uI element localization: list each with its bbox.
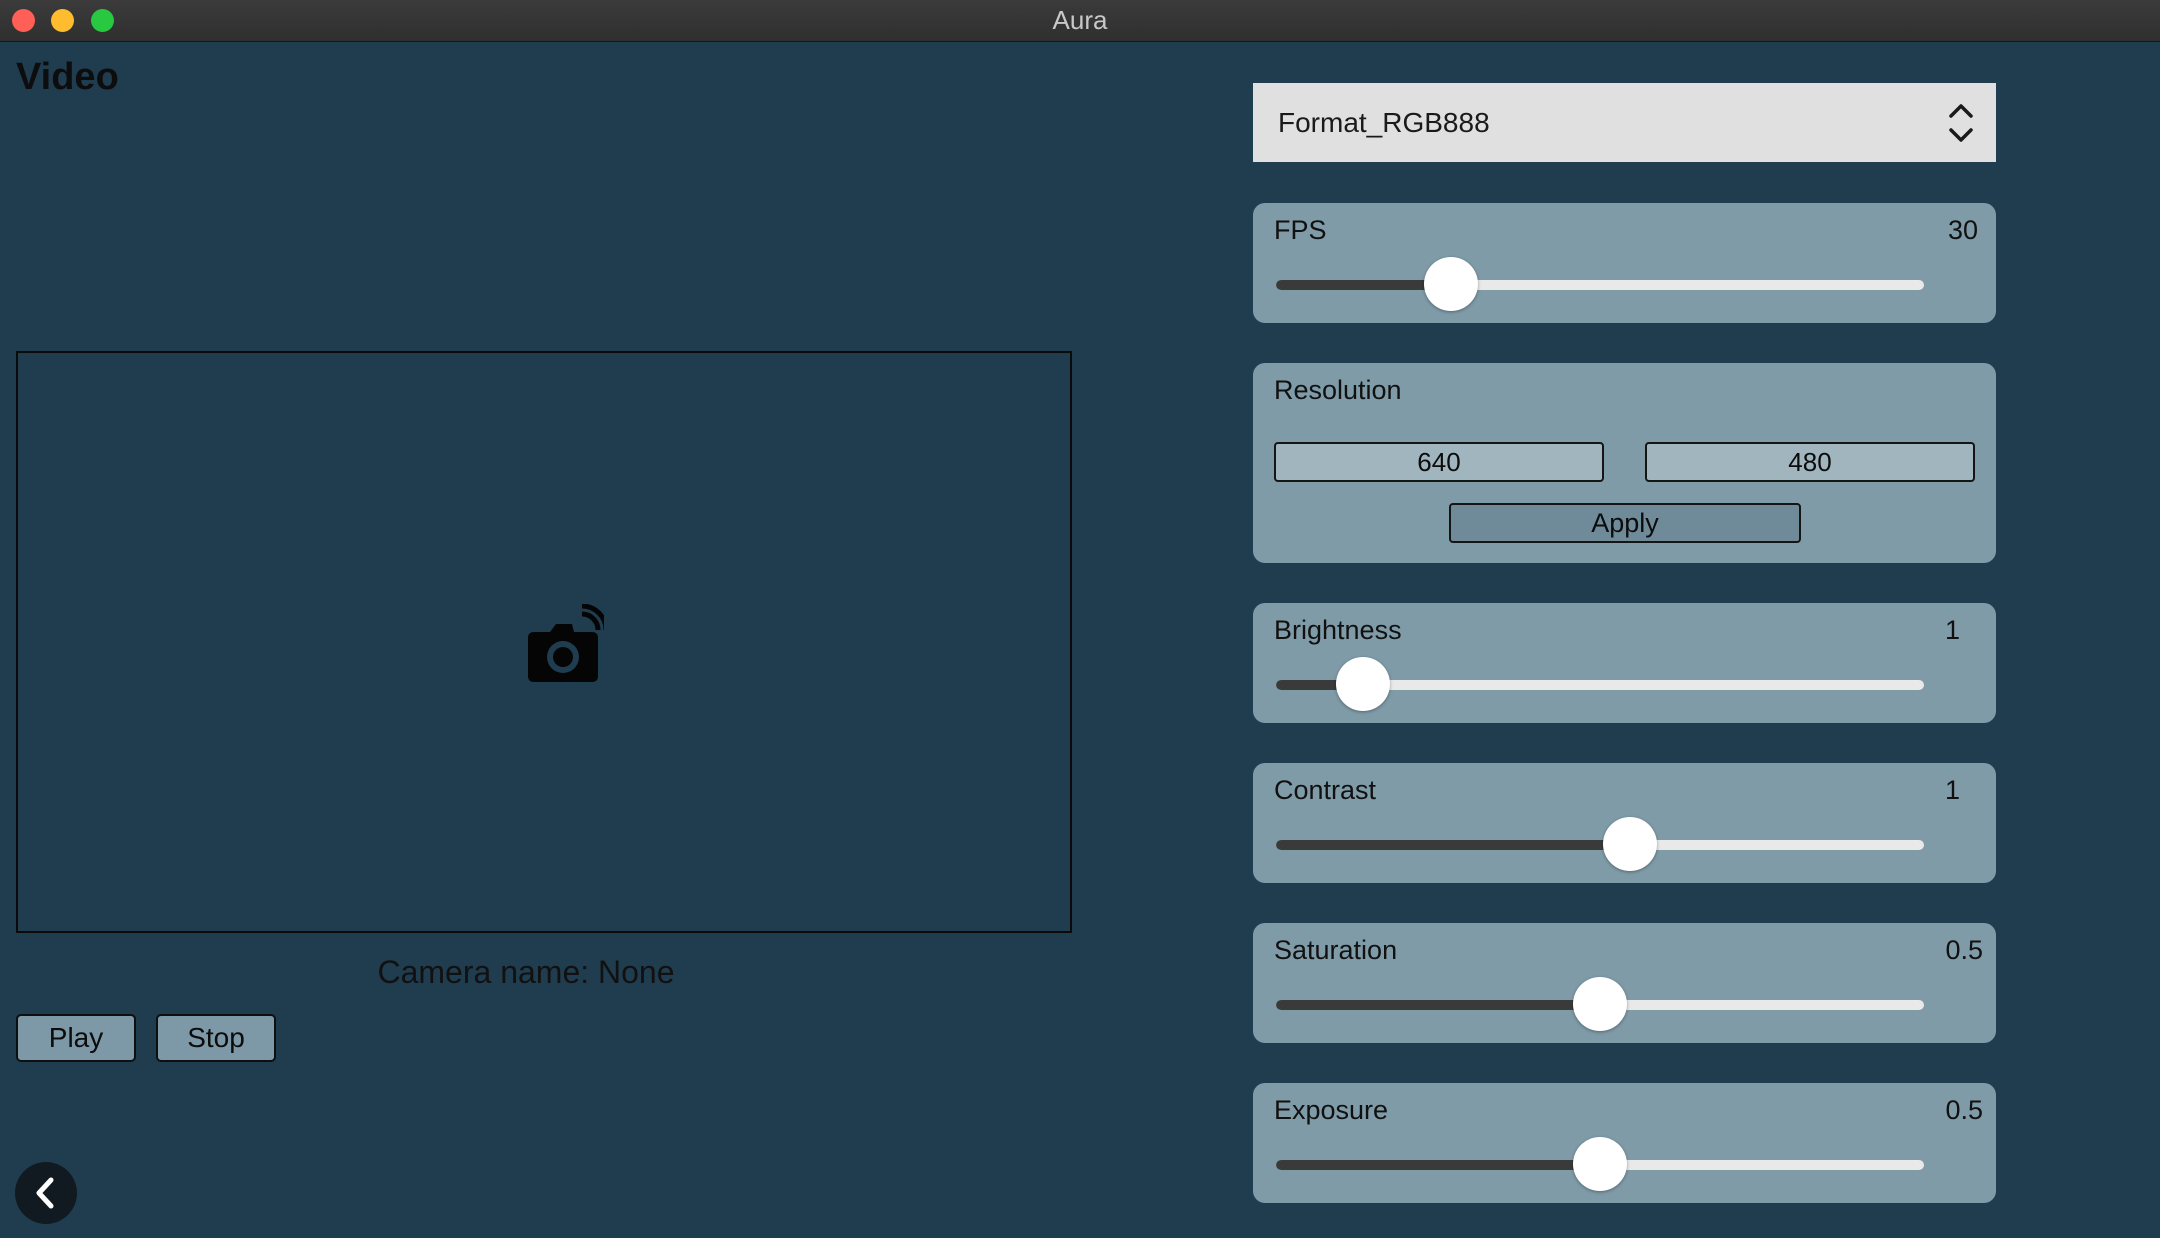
apply-resolution-button[interactable]: Apply — [1449, 503, 1801, 543]
brightness-slider-handle[interactable] — [1336, 657, 1391, 711]
play-button[interactable]: Play — [16, 1014, 136, 1062]
format-select[interactable]: Format_RGB888 — [1253, 83, 1996, 162]
brightness-panel: Brightness 1 — [1253, 603, 1996, 723]
contrast-label: Contrast — [1274, 775, 1377, 805]
contrast-slider[interactable] — [1276, 817, 1924, 871]
brightness-slider[interactable] — [1276, 657, 1924, 711]
fps-slider[interactable] — [1276, 257, 1924, 311]
saturation-slider-handle[interactable] — [1573, 977, 1627, 1031]
title-bar: Aura — [0, 0, 2160, 42]
back-button[interactable] — [15, 1162, 77, 1224]
up-down-chevron-icon — [1948, 102, 1974, 149]
exposure-slider[interactable] — [1276, 1137, 1924, 1191]
camera-wifi-icon — [522, 603, 609, 686]
window-title: Aura — [1052, 5, 1108, 35]
resolution-panel: Resolution 640 480 Apply — [1253, 363, 1996, 563]
camera-name-label: Camera name: None — [377, 954, 675, 990]
brightness-value: 1 — [1944, 615, 1960, 645]
fps-panel: FPS 30 — [1253, 203, 1996, 323]
contrast-value: 1 — [1944, 775, 1960, 805]
exposure-label: Exposure — [1274, 1095, 1389, 1125]
brightness-label: Brightness — [1274, 615, 1402, 645]
fps-label: FPS — [1274, 215, 1327, 245]
resolution-width-input[interactable]: 640 — [1274, 442, 1604, 482]
stop-button[interactable]: Stop — [156, 1014, 276, 1062]
contrast-slider-fill — [1276, 840, 1630, 850]
main-content: Video Camera name: None Play Stop Format… — [0, 42, 2160, 1238]
exposure-slider-fill — [1276, 1160, 1600, 1170]
fps-value: 30 — [1947, 215, 1978, 245]
page-title: Video — [16, 56, 119, 98]
fps-slider-handle[interactable] — [1423, 257, 1478, 311]
format-select-value: Format_RGB888 — [1278, 107, 1490, 138]
chevron-left-icon — [36, 1177, 54, 1209]
app-window: Aura Video Camera name: None Play Stop F… — [0, 0, 2160, 1238]
saturation-slider[interactable] — [1276, 977, 1924, 1031]
video-preview — [16, 351, 1072, 933]
saturation-label: Saturation — [1274, 935, 1398, 965]
resolution-label: Resolution — [1274, 375, 1402, 405]
contrast-panel: Contrast 1 — [1253, 763, 1996, 883]
saturation-value: 0.5 — [1945, 935, 1983, 965]
contrast-slider-handle[interactable] — [1602, 817, 1657, 871]
saturation-slider-fill — [1276, 1000, 1600, 1010]
resolution-height-input[interactable]: 480 — [1645, 442, 1975, 482]
exposure-slider-handle[interactable] — [1573, 1137, 1627, 1191]
exposure-value: 0.5 — [1945, 1095, 1983, 1125]
exposure-panel: Exposure 0.5 — [1253, 1083, 1996, 1203]
saturation-panel: Saturation 0.5 — [1253, 923, 1996, 1043]
